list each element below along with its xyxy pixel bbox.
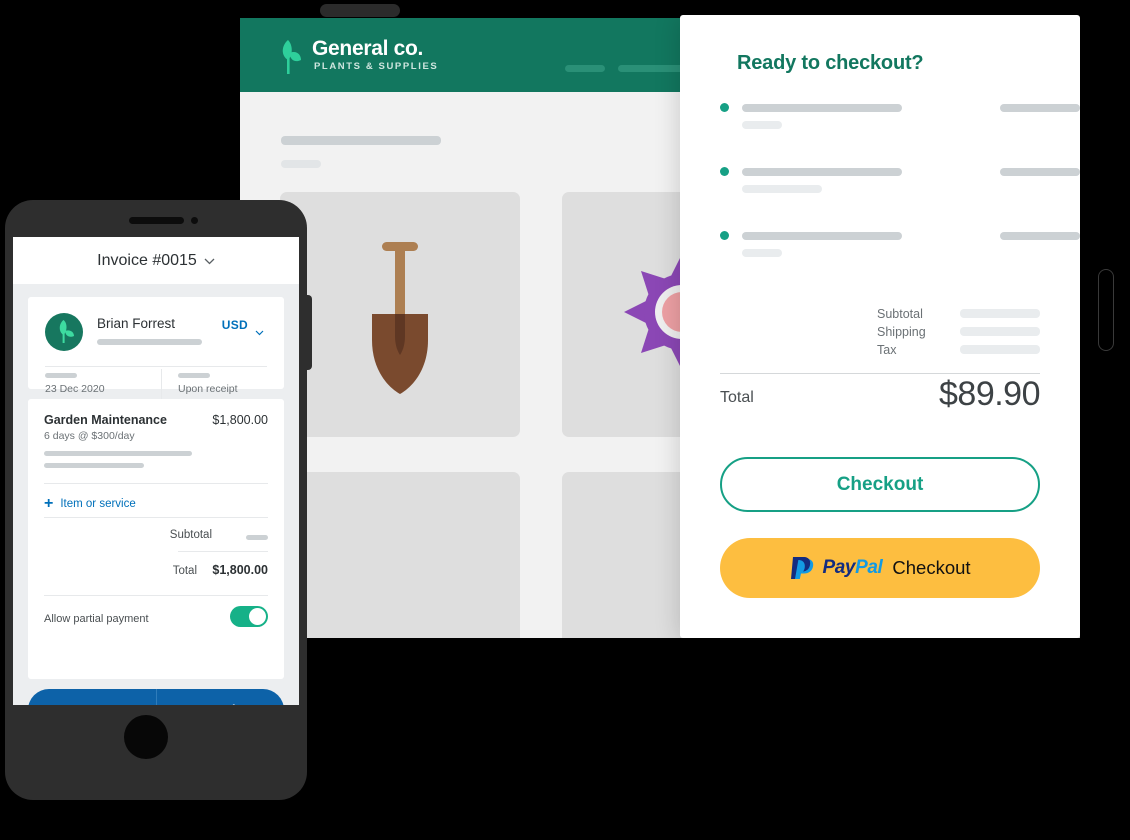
leaf-icon: [276, 36, 302, 74]
nav-placeholder-1[interactable]: [565, 65, 605, 72]
item-name-placeholder: [742, 168, 902, 176]
card-vertical-divider: [161, 369, 162, 399]
summary-value-subtotal: [960, 309, 1040, 318]
store-name: General co.: [312, 37, 424, 61]
subtotal-value-placeholder: [246, 535, 268, 540]
item-price-placeholder: [1000, 104, 1080, 112]
checkout-total-value: $89.90: [939, 375, 1041, 413]
totals-divider: [44, 517, 268, 518]
add-item-label: Item or service: [60, 498, 136, 510]
chevron-down-icon[interactable]: [204, 252, 215, 270]
tablet-power-button[interactable]: [1098, 269, 1114, 351]
save-button[interactable]: Save: [28, 689, 156, 705]
item-description: 6 days @ $300/day: [44, 430, 135, 442]
item-detail-placeholder-2: [44, 463, 144, 468]
product-card[interactable]: [280, 192, 520, 437]
phone-screen: Invoice #0015 Brian Forrest USD 23 Dec 2…: [13, 237, 299, 705]
status-dot-icon: [720, 103, 729, 112]
card-divider: [45, 366, 267, 367]
currency-selector[interactable]: USD: [222, 318, 248, 332]
checkout-total-label: Total: [720, 389, 754, 406]
item-name-placeholder: [742, 232, 902, 240]
chevron-down-icon[interactable]: [255, 323, 264, 341]
invoice-terms: Upon receipt: [178, 383, 238, 395]
item-desc-placeholder: [742, 121, 782, 129]
item-price-placeholder: [1000, 232, 1080, 240]
item-price: $1,800.00: [212, 413, 268, 427]
checkout-title: Ready to checkout?: [737, 52, 924, 74]
total-label: Total: [172, 565, 197, 577]
summary-divider: [720, 373, 1040, 374]
customer-email-placeholder: [97, 339, 202, 345]
phone-home-button[interactable]: [124, 715, 168, 759]
partial-payment-divider: [44, 595, 268, 596]
phone-device: Invoice #0015 Brian Forrest USD 23 Dec 2…: [5, 200, 312, 800]
paypal-wordmark: PayPal: [822, 557, 882, 579]
summary-label-tax: Tax: [877, 343, 897, 357]
item-name: Garden Maintenance: [44, 413, 167, 427]
subtotal-label: Subtotal: [169, 529, 212, 541]
invoice-actions: Save Send: [28, 689, 284, 705]
paypal-icon: [789, 553, 815, 584]
toggle-knob: [249, 608, 266, 625]
invoice-title-bar[interactable]: Invoice #0015: [13, 237, 299, 284]
product-card[interactable]: [280, 472, 520, 638]
tablet-camera-notch: [320, 4, 400, 17]
partial-payment-toggle[interactable]: [230, 606, 268, 627]
store-brand-text: General co. PLANTS & SUPPLIES: [312, 38, 438, 72]
checkout-panel: Ready to checkout? Subtotal Shipping Tax…: [680, 15, 1080, 638]
item-detail-placeholder-1: [44, 451, 192, 456]
subtotal-divider: [178, 551, 268, 552]
phone-speaker: [129, 217, 184, 224]
leaf-avatar-icon: [45, 313, 83, 351]
plus-icon: +: [44, 495, 54, 512]
send-button[interactable]: Send: [155, 689, 284, 705]
invoice-date: 23 Dec 2020: [45, 383, 105, 395]
customer-name: Brian Forrest: [97, 316, 176, 331]
invoice-items-card: Garden Maintenance $1,800.00 6 days @ $3…: [28, 399, 284, 679]
item-desc-placeholder: [742, 249, 782, 257]
checkout-button[interactable]: Checkout: [720, 457, 1040, 512]
store-logo[interactable]: General co. PLANTS & SUPPLIES: [276, 36, 438, 74]
customer-card[interactable]: Brian Forrest USD 23 Dec 2020 Upon recei…: [28, 297, 284, 399]
add-item-button[interactable]: + Item or service: [44, 496, 136, 512]
paypal-pal-text: Pal: [855, 557, 883, 578]
paypal-checkout-text: Checkout: [892, 557, 971, 578]
date-label-placeholder: [45, 373, 77, 378]
paypal-checkout-button[interactable]: PayPal Checkout: [720, 538, 1040, 598]
item-name-placeholder: [742, 104, 902, 112]
phone-camera-icon: [191, 217, 198, 224]
status-dot-icon: [720, 167, 729, 176]
page-subtitle-placeholder: [281, 160, 321, 168]
item-desc-placeholder: [742, 185, 822, 193]
paypal-pay-text: Pay: [822, 557, 856, 578]
summary-label-subtotal: Subtotal: [877, 307, 923, 321]
phone-volume-button[interactable]: [302, 295, 312, 370]
summary-value-tax: [960, 345, 1040, 354]
store-tagline: PLANTS & SUPPLIES: [314, 61, 439, 73]
terms-label-placeholder: [178, 373, 210, 378]
items-divider: [44, 483, 268, 484]
summary-label-shipping: Shipping: [877, 325, 926, 339]
partial-payment-label: Allow partial payment: [44, 613, 149, 625]
shovel-icon: [360, 240, 440, 400]
page-title-placeholder: [281, 136, 441, 145]
composition-stage: General co. PLANTS & SUPPLIES Ready to c…: [0, 0, 1130, 840]
invoice-title: Invoice #0015: [97, 251, 197, 269]
item-price-placeholder: [1000, 168, 1080, 176]
total-value: $1,800.00: [212, 563, 268, 577]
summary-value-shipping: [960, 327, 1040, 336]
status-dot-icon: [720, 231, 729, 240]
